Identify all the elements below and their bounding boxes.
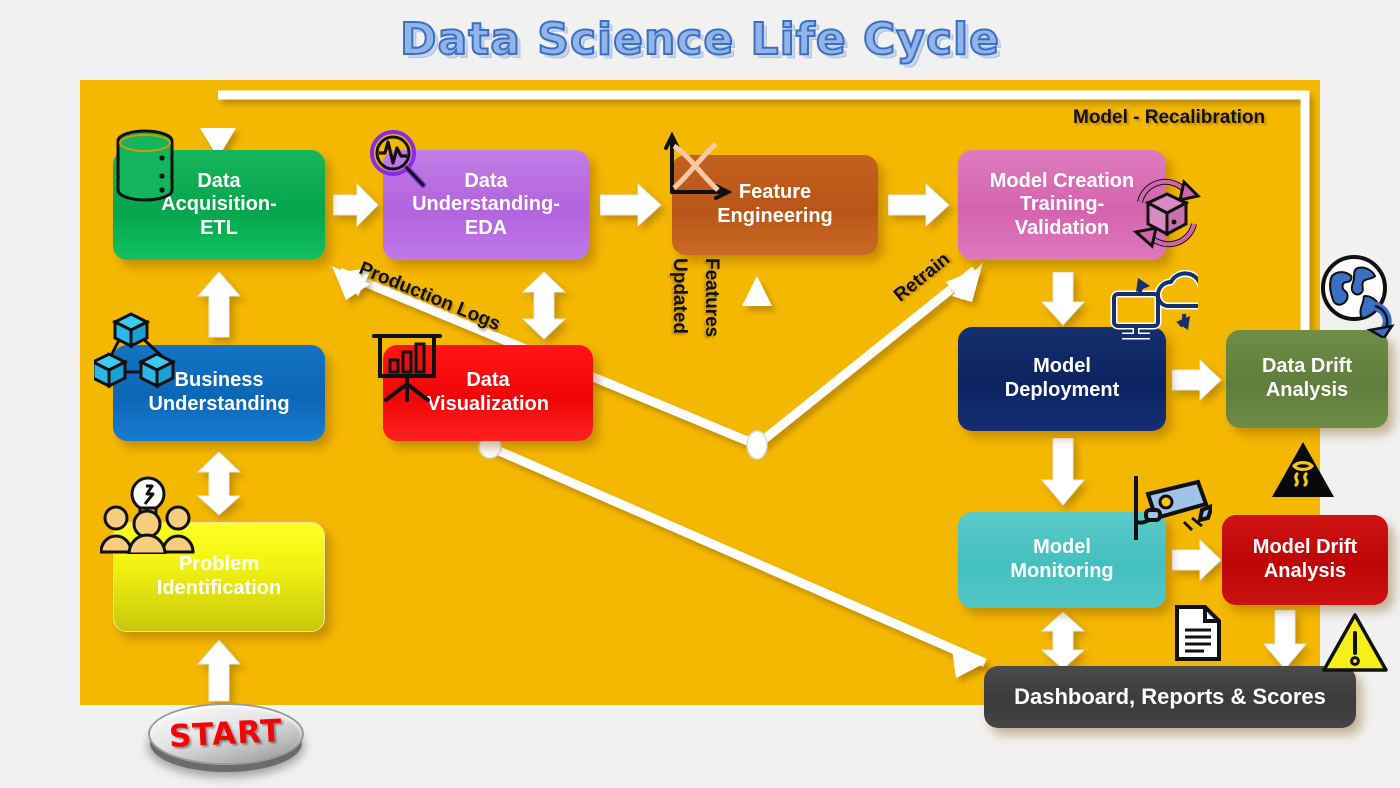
- node-dashboard-reports-scores[interactable]: Dashboard, Reports & Scores: [984, 666, 1356, 728]
- globe-arrow-icon: [1318, 252, 1396, 338]
- arrow-model-creation-to-deployment: [1040, 272, 1086, 326]
- page-title: Data Science Life Cycle: [399, 13, 1000, 66]
- arrow-deployment-to-data-drift: [1172, 358, 1222, 402]
- node-label: Model Deployment: [1004, 355, 1120, 401]
- arrow-understanding-visualization-bidirectional: [521, 272, 567, 340]
- box-cycle-icon: [1122, 172, 1212, 256]
- node-label: Model Creation Training- Validation: [989, 169, 1135, 239]
- database-icon: [114, 128, 176, 202]
- cctv-camera-icon: [1122, 472, 1212, 552]
- label-features: Features: [701, 258, 722, 338]
- node-label: Data Acquisition- ETL: [161, 169, 277, 239]
- magnifier-pulse-icon: [366, 128, 430, 192]
- node-label: Dashboard, Reports & Scores: [1014, 684, 1326, 710]
- diagram-canvas: Data Science Life Cycle Data Acquisition…: [0, 0, 1400, 788]
- arrow-model-drift-to-dashboard: [1262, 610, 1308, 670]
- node-data-drift-analysis[interactable]: Data Drift Analysis: [1226, 330, 1388, 428]
- start-button[interactable]: START: [148, 703, 304, 765]
- node-model-deployment[interactable]: Model Deployment: [958, 327, 1166, 431]
- node-label: Model Monitoring: [1010, 536, 1114, 582]
- node-label: Feature Engineering: [717, 181, 833, 227]
- arrow-feature-to-model-creation: [888, 182, 950, 228]
- arrow-problem-business-bidirectional: [196, 452, 242, 516]
- start-button-label: START: [168, 713, 284, 755]
- node-label: Problem Identification: [156, 553, 282, 599]
- node-label: Data Visualization: [427, 369, 549, 415]
- arrow-business-to-acquisition: [196, 272, 242, 338]
- arrow-monitoring-dashboard-bidirectional: [1040, 612, 1086, 670]
- node-label: Data Drift Analysis: [1261, 355, 1352, 401]
- arrow-deployment-to-monitoring: [1040, 438, 1086, 506]
- label-updated: Updated: [669, 258, 690, 334]
- cloud-monitor-icon: [1108, 268, 1198, 340]
- label-model-recalibration: Model - Recalibration: [1073, 107, 1266, 128]
- node-model-drift-analysis[interactable]: Model Drift Analysis: [1222, 515, 1388, 605]
- arrow-understanding-to-feature: [600, 182, 662, 228]
- node-label: Data Understanding- EDA: [412, 169, 560, 239]
- presentation-chart-icon: [372, 330, 442, 402]
- warning-triangle-yellow-icon: [1322, 613, 1388, 673]
- document-icon: [1174, 604, 1222, 662]
- network-cubes-icon: [94, 310, 184, 398]
- team-bulb-icon: [100, 472, 200, 554]
- skid-warning-icon: [1270, 440, 1336, 500]
- arrow-start-to-problem: [196, 640, 242, 702]
- axis-curve-icon: [662, 130, 732, 200]
- node-label: Model Drift Analysis: [1252, 536, 1358, 582]
